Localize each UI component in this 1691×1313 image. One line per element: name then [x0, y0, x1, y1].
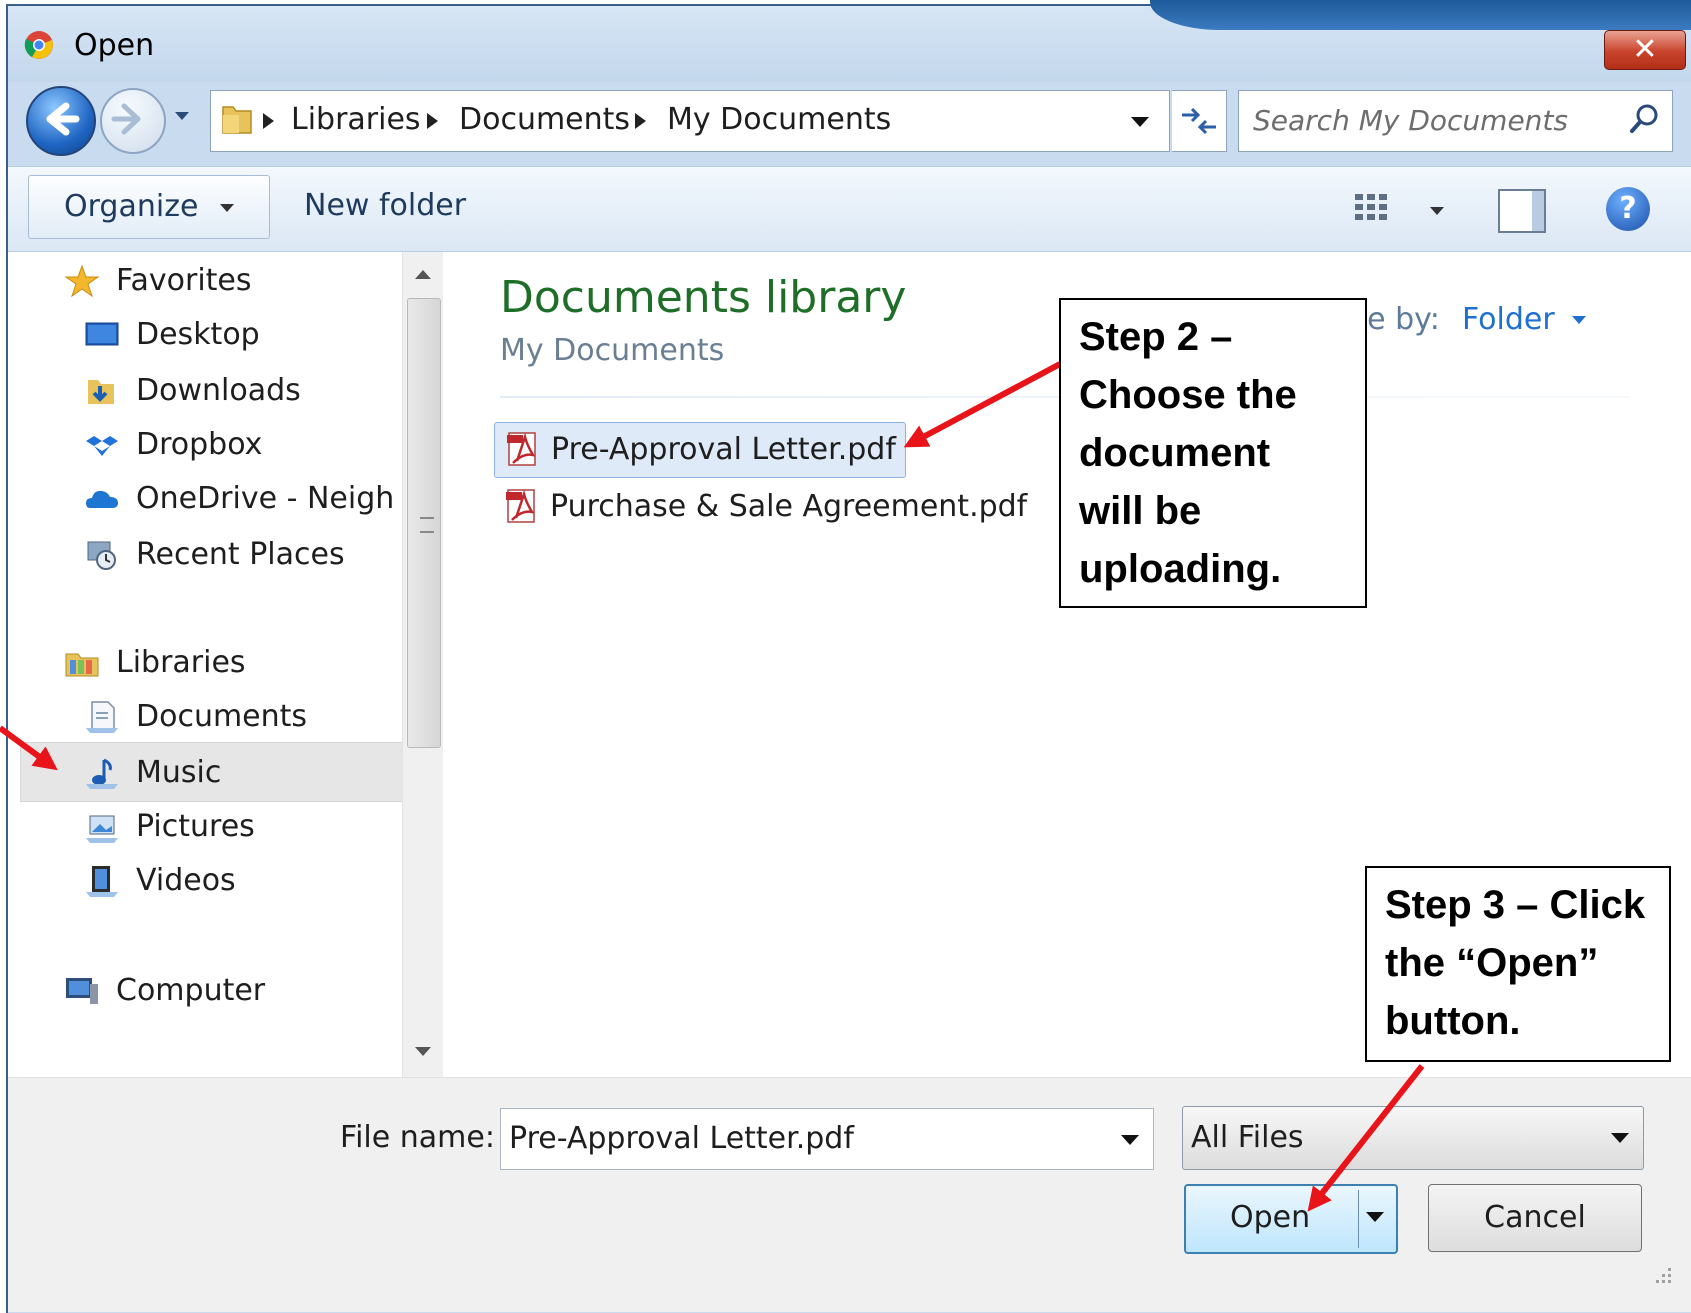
dropbox-icon: [86, 436, 118, 456]
nav-item-label: Computer: [116, 973, 266, 1008]
preview-pane-icon[interactable]: [1498, 189, 1546, 233]
address-bar[interactable]: Libraries Documents My Documents: [210, 90, 1170, 152]
downloads-icon: [88, 380, 114, 404]
scrollbar-grip-icon: [420, 517, 434, 533]
resize-grip-icon[interactable]: [1650, 1262, 1674, 1286]
breadcrumb-documents[interactable]: Documents: [459, 101, 630, 139]
file-item-purchase-sale-agreement[interactable]: Purchase & Sale Agreement.pdf: [494, 480, 1027, 534]
file-name-label: File name:: [340, 1120, 495, 1155]
arrange-by-dropdown[interactable]: Folder: [1462, 302, 1555, 337]
nav-item-label: Favorites: [116, 263, 252, 298]
scrollbar-thumb[interactable]: [407, 298, 441, 748]
breadcrumb-my-documents[interactable]: My Documents: [667, 101, 891, 139]
nav-item-label: Downloads: [136, 373, 301, 408]
breadcrumb-separator-icon[interactable]: [635, 113, 646, 129]
window-title: Open: [74, 28, 155, 63]
nav-item-label: Libraries: [116, 645, 246, 680]
computer-icon: [66, 978, 98, 1004]
search-input[interactable]: [1253, 101, 1613, 139]
breadcrumb-separator-icon[interactable]: [263, 113, 274, 129]
onedrive-icon: [86, 490, 118, 508]
file-type-dropdown-icon[interactable]: [1611, 1133, 1629, 1143]
search-icon[interactable]: [1627, 101, 1663, 137]
close-button[interactable]: ✕: [1604, 30, 1686, 70]
new-folder-button[interactable]: New folder: [304, 175, 466, 237]
refresh-button[interactable]: [1172, 90, 1227, 152]
nav-item-label: Desktop: [136, 317, 260, 352]
folder-icon: [222, 106, 252, 134]
scroll-up-arrow-icon[interactable]: [415, 270, 431, 279]
library-subtitle: My Documents: [500, 333, 725, 368]
cancel-button[interactable]: Cancel: [1428, 1184, 1642, 1252]
videos-icon: [86, 866, 118, 897]
star-icon: [64, 264, 100, 298]
music-icon: [86, 758, 118, 789]
pdf-icon: [506, 489, 535, 523]
back-arrow-icon: [46, 102, 80, 136]
file-name-combobox[interactable]: [500, 1108, 1154, 1170]
file-name-dropdown-icon[interactable]: [1121, 1135, 1139, 1145]
back-button[interactable]: [26, 86, 96, 156]
scroll-down-arrow-icon[interactable]: [415, 1047, 431, 1056]
view-options-dropdown-icon[interactable]: [1430, 207, 1444, 215]
change-view-icon[interactable]: [1353, 191, 1395, 229]
address-dropdown-icon[interactable]: [1131, 117, 1149, 127]
organize-label: Organize: [64, 189, 199, 224]
navigation-pane: Favorites Desktop Downloads Dropbox OneD…: [8, 252, 446, 1077]
desktop-icon: [85, 322, 119, 346]
recent-places-icon: [87, 541, 116, 570]
breadcrumb-separator-icon[interactable]: [427, 113, 438, 129]
nav-item-label: Videos: [136, 863, 236, 898]
nav-item-label: Music: [136, 755, 222, 790]
file-type-value: All Files: [1191, 1120, 1304, 1155]
command-toolbar: Organize New folder ?: [8, 166, 1691, 252]
documents-icon: [86, 701, 118, 733]
chevron-down-icon: [219, 203, 234, 212]
file-name: Pre-Approval Letter.pdf: [551, 432, 896, 467]
library-title: Documents library: [500, 272, 907, 323]
forward-arrow-icon: [111, 103, 141, 135]
pdf-icon: [507, 432, 536, 466]
recent-pages-dropdown-icon[interactable]: [172, 104, 192, 128]
nav-item-label: Pictures: [136, 809, 255, 844]
arrange-by-chevron-icon[interactable]: [1572, 316, 1586, 324]
file-item-pre-approval-letter[interactable]: Pre-Approval Letter.pdf: [494, 422, 906, 478]
breadcrumb-libraries[interactable]: Libraries: [291, 101, 421, 139]
step2-callout: Step 2 – Choose the document will be upl…: [1059, 298, 1367, 608]
organize-button[interactable]: Organize: [28, 175, 270, 239]
background-taskbar-strip: [1150, 0, 1691, 30]
nav-scrollbar[interactable]: [402, 252, 443, 1077]
nav-item-label: Documents: [136, 699, 308, 734]
nav-item-label: OneDrive - Neigh: [136, 481, 395, 516]
file-type-select[interactable]: All Files: [1182, 1106, 1644, 1170]
nav-item-label: Dropbox: [136, 427, 263, 462]
open-options-dropdown-icon[interactable]: [1366, 1212, 1384, 1222]
help-icon[interactable]: ?: [1606, 187, 1650, 231]
file-name-input[interactable]: [509, 1119, 1089, 1157]
pictures-icon: [86, 815, 118, 843]
nav-item-label: Recent Places: [136, 537, 345, 572]
open-button[interactable]: Open: [1184, 1184, 1398, 1254]
open-split-divider: [1358, 1190, 1359, 1248]
refresh-icon: [1182, 107, 1216, 135]
step3-callout: Step 3 – Click the “Open” button.: [1365, 866, 1671, 1062]
forward-button[interactable]: [100, 88, 166, 154]
libraries-icon: [65, 653, 99, 677]
file-name: Purchase & Sale Agreement.pdf: [550, 489, 1028, 524]
open-button-label: Open: [1230, 1200, 1311, 1235]
chrome-icon: [24, 31, 53, 59]
search-box[interactable]: [1238, 90, 1673, 152]
